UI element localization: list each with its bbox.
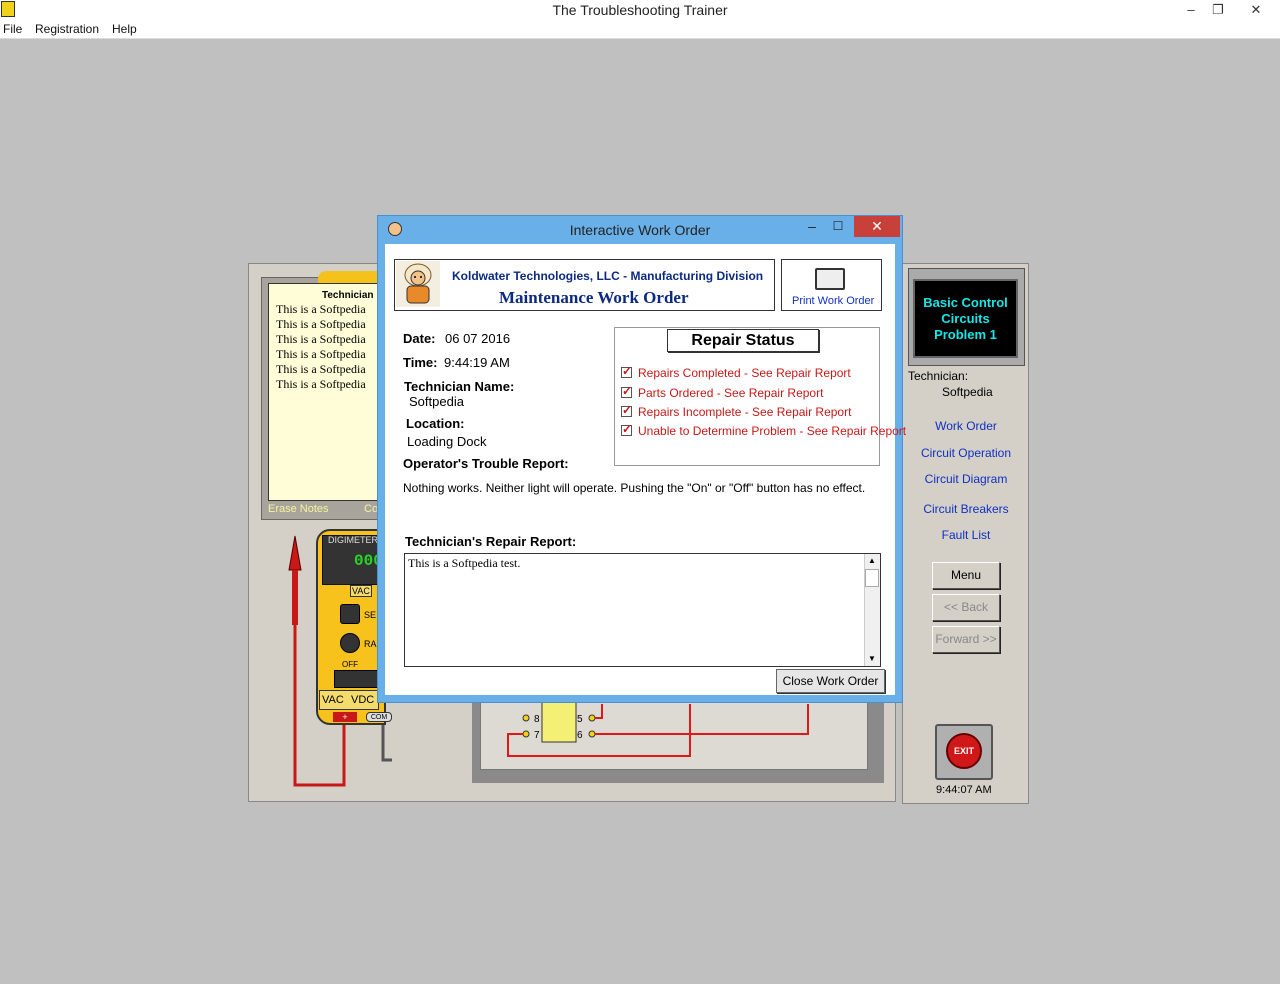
status-unable-to-determine[interactable]: Unable to Determine Problem - See Repair… [621,422,906,438]
meter-mode-strip: VAC VDC [319,690,379,710]
time-value: 9:44:19 AM [444,355,510,370]
menu-help[interactable]: Help [112,22,137,36]
svg-text:7: 7 [534,730,540,741]
menubar: File Registration Help [0,21,1280,39]
checkbox[interactable] [621,422,632,436]
close-work-order-button[interactable]: Close Work Order [776,669,885,693]
clock: 9:44:07 AM [936,784,992,796]
checkbox[interactable] [621,384,632,398]
time-label: Time: [403,355,438,370]
nav-fault-list[interactable]: Fault List [906,528,1026,542]
meter-brand: DIGIMETER [328,535,379,545]
close-button[interactable]: ✕ [1232,0,1280,20]
meter-range-label: RA [364,639,377,649]
probe-com-jack[interactable]: COM [366,712,392,722]
app-icon [1,1,15,17]
date-value: 06 07 2016 [445,331,511,346]
forward-button[interactable]: Forward >> [932,626,1000,653]
nav-work-order[interactable]: Work Order [906,419,1026,433]
note-line: This is a Softpedia [276,332,366,346]
nav-circuit-operation[interactable]: Circuit Operation [906,446,1026,460]
status-repairs-incomplete[interactable]: Repairs Incomplete - See Repair Report [621,403,851,419]
svg-text:5: 5 [577,714,583,725]
note-line: This is a Softpedia [276,317,366,331]
status-repairs-completed[interactable]: Repairs Completed - See Repair Report [621,364,851,380]
technician-name: Softpedia [942,385,993,399]
menu-file[interactable]: File [3,22,22,36]
restore-button[interactable]: ❐ [1206,0,1230,20]
meter-off-label: OFF [342,660,358,669]
note-line: This is a Softpedia [276,362,366,376]
menu-registration[interactable]: Registration [35,22,99,36]
meter-vac-tag: VAC [350,585,372,597]
technician-name-label: Technician Name: [404,379,515,394]
svg-text:6: 6 [577,730,583,741]
erase-notes-button[interactable]: Erase Notes [268,503,329,515]
technician-name-value: Softpedia [409,394,464,409]
notes-copy-button[interactable]: Co [364,503,378,515]
minimize-button[interactable]: – [1176,0,1206,20]
exit-button[interactable]: EXIT [946,733,982,769]
circuit-wiring: 8 7 5 6 [507,702,809,757]
meter-function-switch[interactable] [334,670,378,688]
scroll-down-icon[interactable]: ▼ [864,652,880,666]
dialog-maximize-button[interactable]: ☐ [826,217,850,237]
meter-select-button[interactable] [340,604,360,624]
window-titlebar: The Troubleshooting Trainer – ❐ ✕ [0,0,1280,21]
printer-icon [815,268,845,290]
nav-circuit-breakers[interactable]: Circuit Breakers [906,502,1026,516]
trouble-report-label: Operator's Trouble Report: [403,456,569,471]
company-name: Koldwater Technologies, LLC - Manufactur… [452,269,764,283]
notes-tab-label: Technician [322,290,374,301]
window-title: The Troubleshooting Trainer [552,2,728,18]
scroll-thumb[interactable] [865,569,879,587]
repair-report-label: Technician's Repair Report: [405,534,577,549]
meter-mode-vac[interactable]: VAC [322,694,344,706]
work-order-title: Maintenance Work Order [499,288,689,307]
location-label: Location: [406,416,465,431]
note-line: This is a Softpedia [276,377,366,391]
dialog-close-button[interactable]: ✕ [854,216,900,237]
technician-icon [388,222,402,236]
date-label: Date: [403,331,436,346]
problem-title: Basic Control Circuits Problem 1 [913,279,1018,358]
technician-avatar-icon [396,261,440,307]
back-button[interactable]: << Back [932,594,1000,621]
trouble-report-text: Nothing works. Neither light will operat… [403,481,866,495]
dialog-minimize-button[interactable]: – [800,217,824,237]
probe-plus-jack[interactable]: + [333,712,357,722]
location-value: Loading Dock [407,434,487,449]
print-work-order-label: Print Work Order [792,295,875,307]
technician-label: Technician: [908,369,969,383]
meter-range-knob[interactable] [340,633,360,653]
meter-sel-label: SE [364,610,377,620]
note-line: This is a Softpedia [276,302,366,316]
status-parts-ordered[interactable]: Parts Ordered - See Repair Report [621,384,823,400]
checkbox[interactable] [621,403,632,417]
checkbox[interactable] [621,364,632,378]
svg-text:8: 8 [534,714,540,725]
scroll-up-icon[interactable]: ▲ [864,554,880,568]
menu-button[interactable]: Menu [932,562,1000,589]
meter-mode-vdc[interactable]: VDC [351,694,374,706]
repair-report-text: This is a Softpedia test. [408,556,521,570]
nav-circuit-diagram[interactable]: Circuit Diagram [906,472,1026,486]
repair-status-title: Repair Status [667,329,819,352]
note-line: This is a Softpedia [276,347,366,361]
